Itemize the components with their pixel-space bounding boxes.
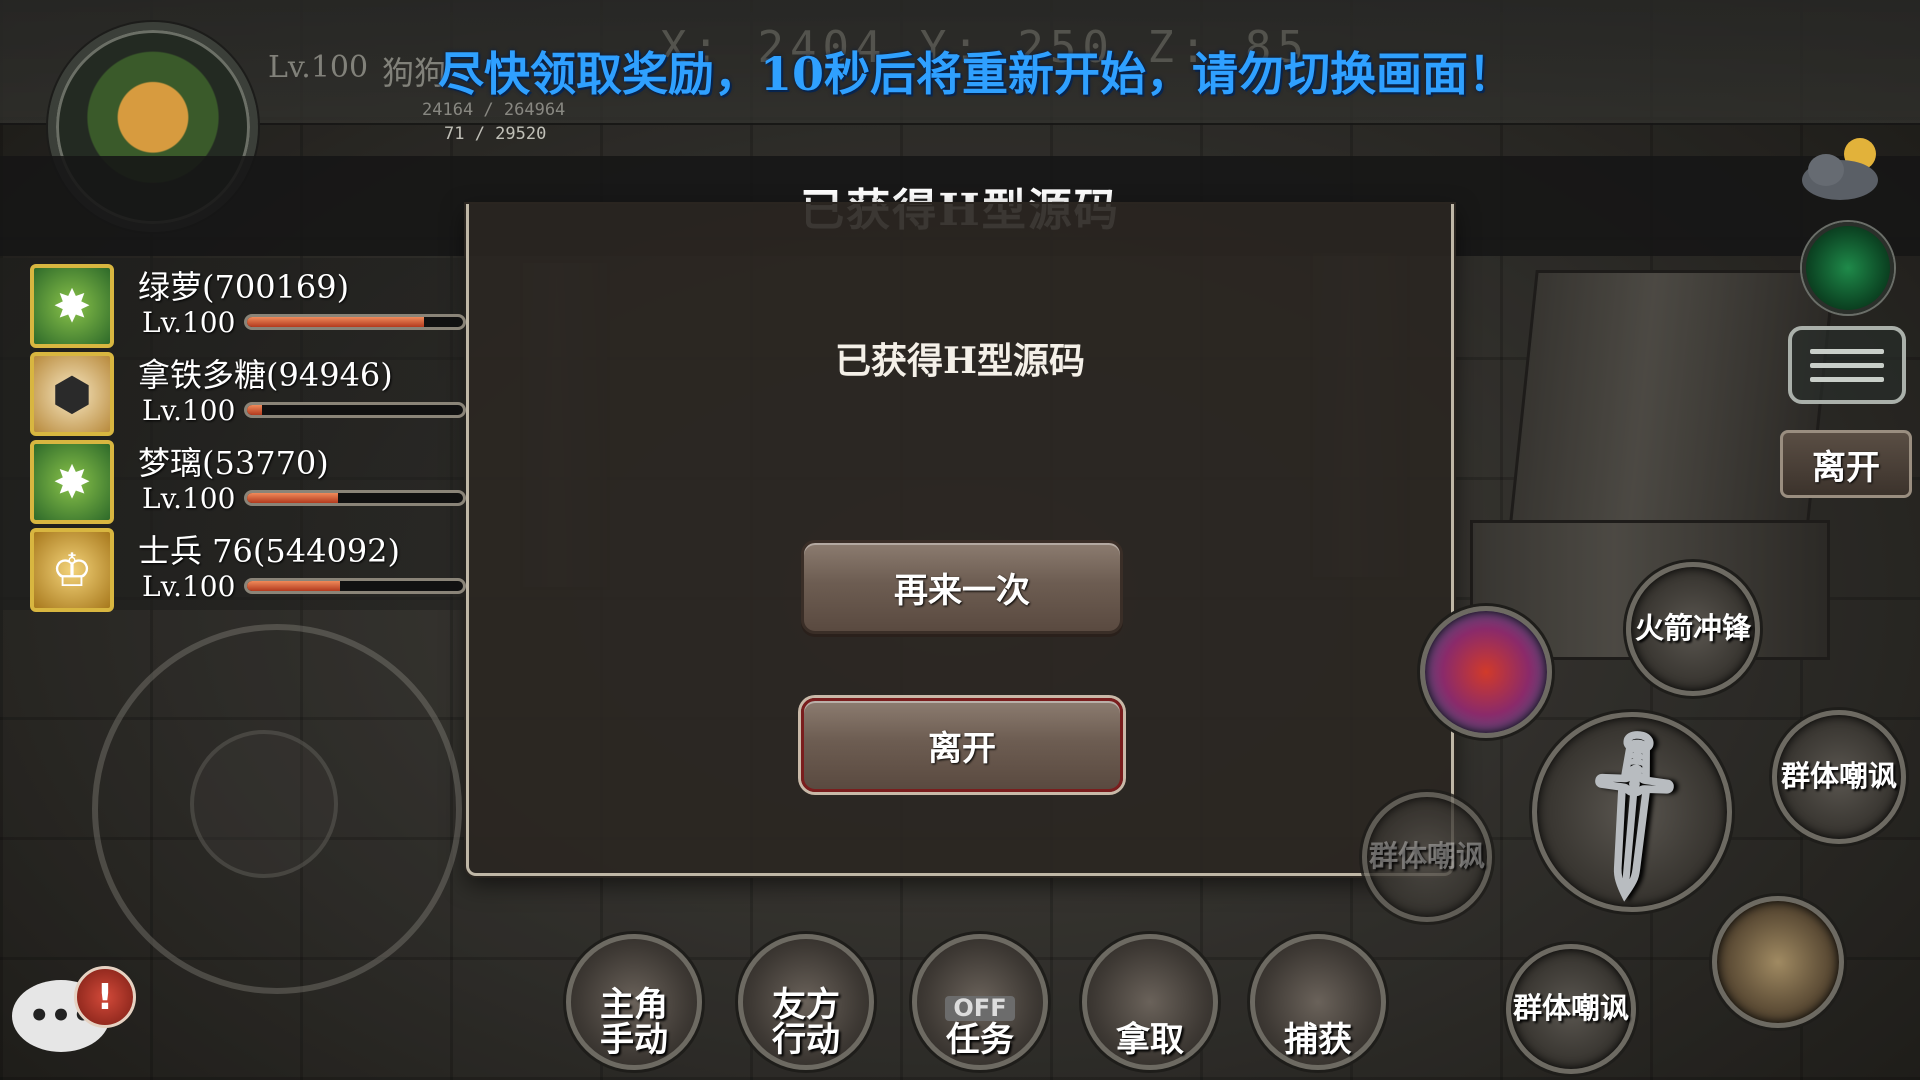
manual-control-label: 主角手动	[600, 984, 668, 1061]
burst-icon: ✸	[30, 264, 114, 348]
leave-button[interactable]: 离开	[801, 698, 1123, 792]
party-member[interactable]: ♔ 士兵 76(544092) Lv.100	[0, 522, 466, 612]
party-member[interactable]: ✸ 梦璃(53770) Lv.100	[0, 434, 466, 524]
reward-dialog: 已获得H型源码 再来一次 离开	[466, 204, 1454, 876]
group-taunt-skill-left[interactable]: 群体嘲讽	[1362, 792, 1492, 922]
member-hp-bar	[244, 314, 466, 330]
rocket-charge-skill[interactable]: 火箭冲锋	[1626, 562, 1760, 696]
player-exp-text: 71 / 29520	[444, 124, 547, 144]
friendly-action-label: 友方行动	[772, 984, 840, 1061]
party-member[interactable]: ⬢ 拿铁多糖(94946) Lv.100	[0, 346, 466, 436]
member-level: Lv.100	[142, 482, 236, 515]
player-name: 狗狗	[382, 54, 447, 92]
joystick-knob[interactable]	[190, 730, 338, 878]
alert-icon[interactable]: !	[74, 966, 136, 1028]
reward-notice: 尽快领取奖励，10秒后将重新开始，请勿切换画面！	[438, 47, 1515, 101]
member-hp-bar	[244, 490, 466, 506]
capture-button[interactable]: 捕获	[1250, 934, 1386, 1070]
shield-icon: ⬢	[30, 352, 114, 436]
member-name: 拿铁多糖(94946)	[138, 356, 393, 394]
member-name: 梦璃(53770)	[138, 444, 329, 482]
grab-button[interactable]: 拿取	[1082, 934, 1218, 1070]
quest-label: 任务	[946, 1020, 1014, 1061]
manual-control-button[interactable]: 主角手动	[566, 934, 702, 1070]
member-hp-fill	[247, 493, 338, 503]
player-level: Lv.100	[268, 50, 369, 85]
chat-log-button[interactable]	[1788, 326, 1906, 404]
wing-skill-icon[interactable]	[1712, 896, 1844, 1028]
member-level: Lv.100	[142, 306, 236, 339]
member-hp-bar	[244, 578, 466, 594]
capture-label: 捕获	[1284, 1020, 1352, 1061]
member-hp-fill	[247, 317, 425, 327]
party-list: ✸ 绿萝(700169) Lv.100 ⬢ 拿铁多糖(94946) Lv.100…	[0, 258, 466, 612]
party-member[interactable]: ✸ 绿萝(700169) Lv.100	[0, 258, 466, 348]
grab-label: 拿取	[1116, 1020, 1184, 1061]
group-taunt-skill-right[interactable]: 群体嘲讽	[1772, 710, 1906, 844]
heart-skill-icon[interactable]	[1420, 606, 1552, 738]
minimap-radar[interactable]	[1802, 222, 1894, 314]
dialog-message: 已获得H型源码	[834, 340, 1085, 382]
member-level: Lv.100	[142, 394, 236, 427]
sword-icon: 🗡	[1528, 708, 1736, 915]
member-name: 士兵 76(544092)	[138, 532, 401, 570]
burst-icon: ✸	[30, 440, 114, 524]
member-hp-fill	[247, 581, 340, 591]
retry-button[interactable]: 再来一次	[801, 540, 1123, 634]
weather-cloud-icon	[1802, 138, 1878, 200]
off-badge: OFF	[945, 995, 1015, 1022]
attack-button[interactable]: 🗡	[1528, 708, 1736, 915]
member-name: 绿萝(700169)	[138, 268, 350, 306]
quest-button[interactable]: OFF 任务	[912, 934, 1048, 1070]
side-leave-button[interactable]: 离开	[1780, 430, 1912, 498]
member-hp-fill	[247, 405, 263, 415]
friendly-action-button[interactable]: 友方行动	[738, 934, 874, 1070]
group-taunt-skill-bottom[interactable]: 群体嘲讽	[1506, 944, 1636, 1074]
member-hp-bar	[244, 402, 466, 418]
member-level: Lv.100	[142, 570, 236, 603]
crown-icon: ♔	[30, 528, 114, 612]
